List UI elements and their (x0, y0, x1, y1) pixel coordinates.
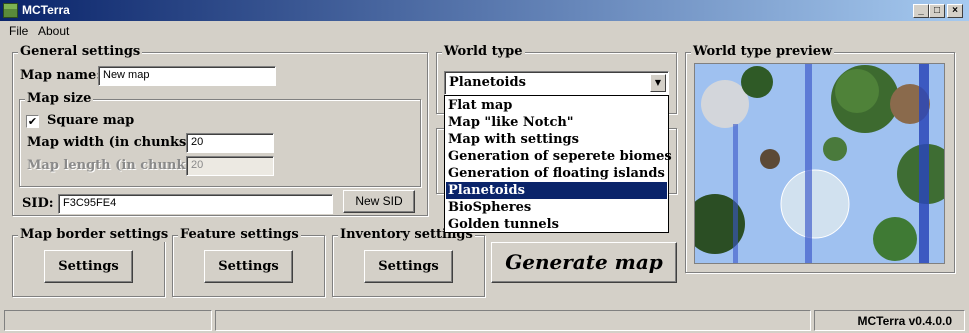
world-type-option[interactable]: Map "like Notch" (446, 114, 667, 131)
world-type-select[interactable]: Planetoids ▼ (444, 71, 669, 95)
inventory-settings-group: Inventory settings Settings (332, 227, 485, 297)
world-type-option[interactable]: Golden tunnels (446, 216, 667, 233)
world-preview-legend: World type preview (691, 44, 835, 59)
version-text: MCTerra v0.4.0.0 (857, 314, 953, 328)
menu-about[interactable]: About (38, 24, 69, 38)
map-length-input: 20 (186, 156, 274, 176)
maximize-button[interactable]: □ (929, 4, 945, 18)
map-border-settings-legend: Map border settings (18, 227, 171, 242)
world-type-dropdown-list: Flat map Map "like Notch" Map with setti… (444, 95, 672, 233)
map-width-label: Map width (in chunks) (27, 135, 193, 150)
planetoids-preview-graphic (695, 64, 944, 263)
world-type-option[interactable]: Flat map (446, 97, 667, 114)
title-bar: MCTerra _ □ × (0, 0, 969, 21)
generate-map-button[interactable]: Generate map (491, 242, 677, 283)
world-type-option[interactable]: Generation of seperete biomes (446, 148, 672, 165)
feature-settings-button[interactable]: Settings (204, 250, 293, 283)
close-button[interactable]: × (947, 4, 963, 18)
map-border-settings-button[interactable]: Settings (44, 250, 133, 283)
window-title: MCTerra (22, 3, 70, 17)
sid-input[interactable]: F3C95FE4 (58, 194, 333, 214)
general-settings-group: General settings Map name: New map Map s… (12, 44, 428, 216)
world-preview-image (694, 63, 945, 264)
map-name-input[interactable]: New map (98, 66, 276, 86)
world-type-option[interactable]: Generation of floating islands (446, 165, 667, 182)
feature-settings-legend: Feature settings (178, 227, 301, 242)
sid-label: SID: (22, 196, 54, 211)
feature-settings-group: Feature settings Settings (172, 227, 325, 297)
square-map-checkbox[interactable]: ✔ (26, 115, 39, 128)
menu-bar: File About (0, 21, 969, 41)
world-type-option-selected[interactable]: Planetoids (446, 182, 667, 199)
grass-block-icon (3, 3, 18, 18)
map-length-label: Map length (in chunks) (27, 158, 199, 173)
map-size-group: Map size ✔ Square map Map width (in chun… (19, 91, 421, 187)
map-border-settings-group: Map border settings Settings (12, 227, 171, 297)
world-type-selected: Planetoids (449, 75, 526, 90)
new-sid-button[interactable]: New SID (343, 190, 415, 213)
world-type-legend: World type (442, 44, 525, 59)
map-width-input[interactable]: 20 (186, 133, 274, 153)
map-size-legend: Map size (25, 91, 94, 106)
minimize-button[interactable]: _ (913, 4, 929, 18)
world-type-option[interactable]: BioSpheres (446, 199, 667, 216)
status-panel-1 (4, 310, 212, 331)
status-panel-2 (215, 310, 811, 331)
menu-file[interactable]: File (9, 24, 28, 38)
world-type-option[interactable]: Map with settings (446, 131, 667, 148)
inventory-settings-button[interactable]: Settings (364, 250, 453, 283)
square-map-label: Square map (47, 113, 135, 128)
status-panel-version: MCTerra v0.4.0.0 (814, 310, 965, 331)
checkmark-icon: ✔ (27, 115, 38, 128)
map-name-label: Map name: (20, 68, 102, 83)
chevron-down-icon[interactable]: ▼ (650, 74, 666, 92)
general-settings-legend: General settings (18, 44, 143, 59)
